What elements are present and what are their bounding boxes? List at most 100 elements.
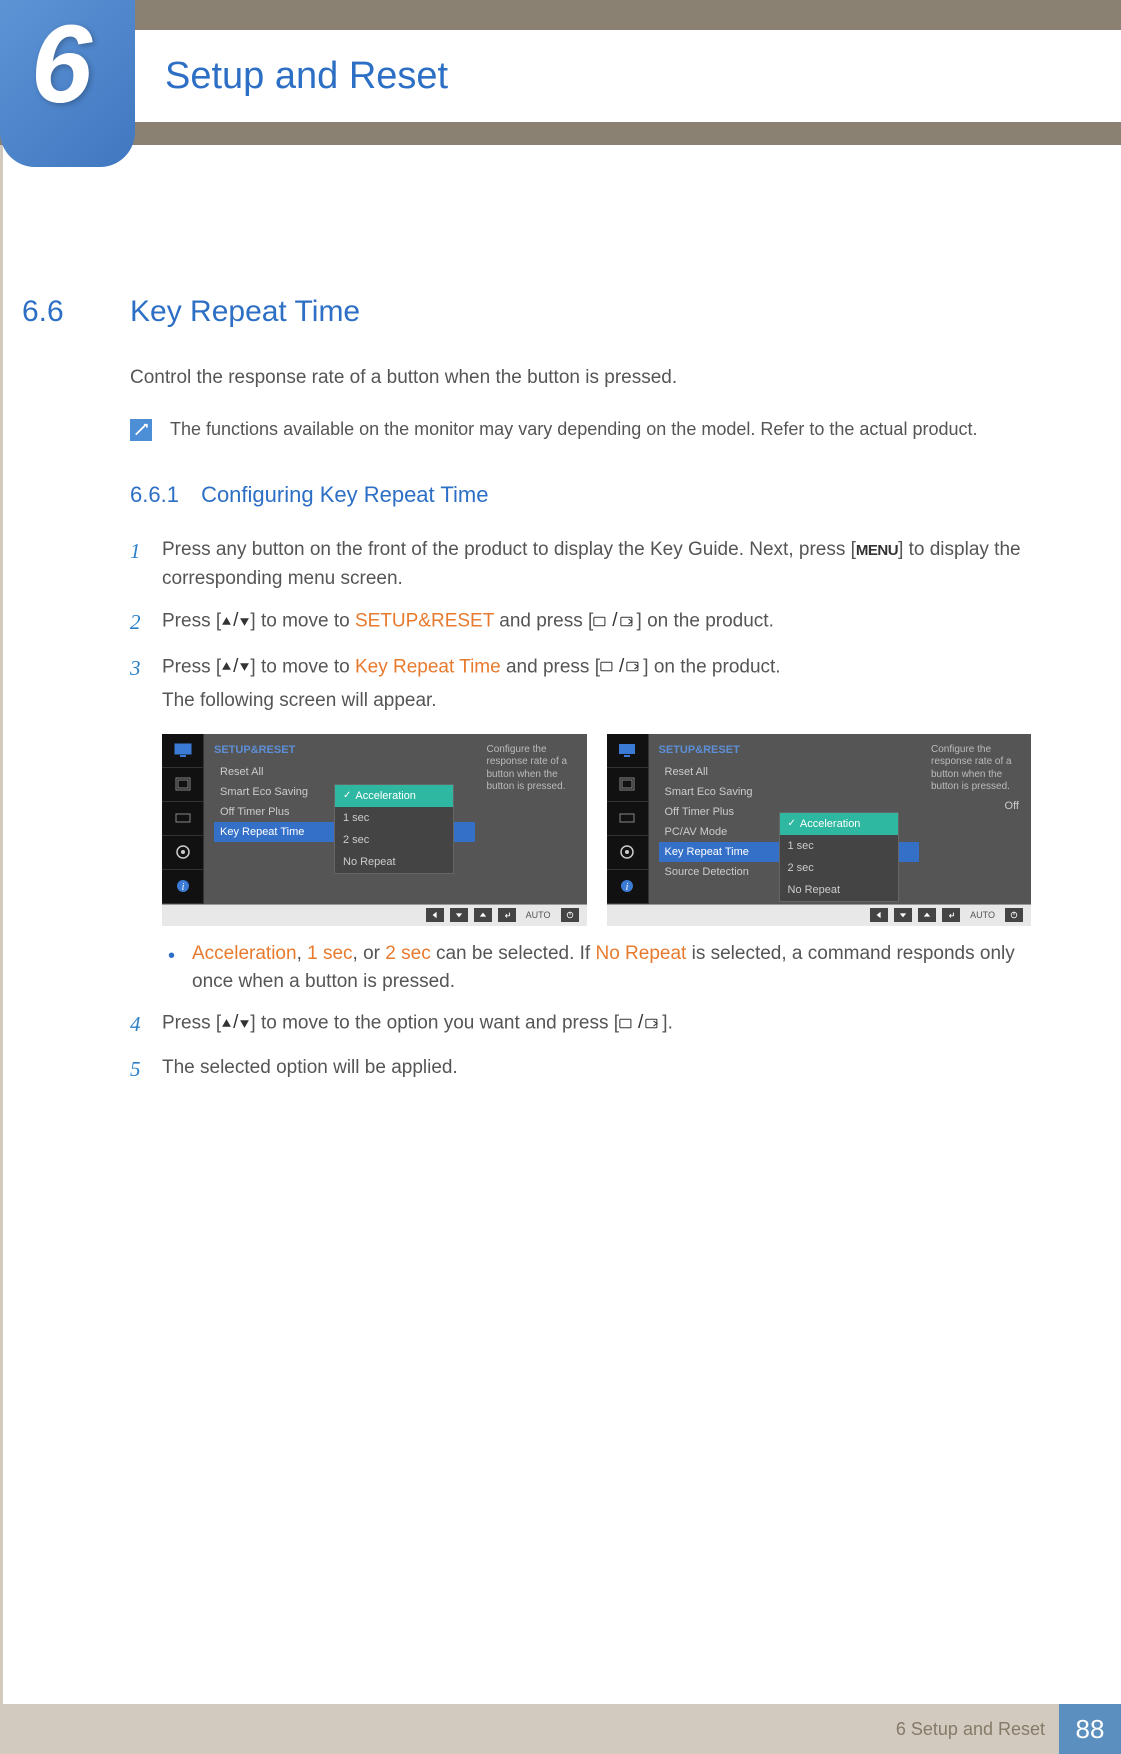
- section-intro: Control the response rate of a button wh…: [130, 367, 1031, 389]
- svg-text:i: i: [626, 882, 629, 893]
- section-number: 6.6: [0, 295, 130, 329]
- osd-help-panel: Configure the response rate of a button …: [923, 734, 1031, 904]
- power-button-icon: [561, 908, 579, 922]
- bullet-icon: •: [168, 940, 192, 997]
- monitor-icon: [607, 734, 648, 768]
- osd-popup-item: 2 sec: [335, 829, 453, 851]
- settings-icon: [607, 836, 648, 870]
- footer-text: 6 Setup and Reset: [896, 1719, 1045, 1740]
- monitor-icon: [162, 734, 203, 768]
- osd-menu-item: Reset All: [659, 762, 920, 782]
- osd-screenshot-1: i SETUP&RESET Reset All Smart Eco Saving…: [162, 734, 587, 926]
- option-acceleration: Acceleration: [192, 943, 297, 964]
- bullet-note: • Acceleration, 1 sec, or 2 sec can be s…: [168, 940, 1031, 997]
- step-number: 5: [130, 1054, 162, 1086]
- step-text: Press [: [162, 1012, 221, 1033]
- chapter-number-block: 6: [0, 0, 135, 167]
- chapter-title-bar: Setup and Reset: [135, 30, 1121, 122]
- step-number: 1: [130, 536, 162, 593]
- note-icon: [130, 419, 152, 441]
- down-button-icon: [894, 908, 912, 922]
- step-text: ] to move to: [250, 656, 355, 677]
- step-text: ] on the product.: [637, 610, 774, 631]
- osd-help-text: Configure the response rate of a button …: [931, 744, 1023, 794]
- option-norepeat: No Repeat: [595, 943, 686, 964]
- subsection-heading: 6.6.1 Configuring Key Repeat Time: [130, 482, 1031, 508]
- osd-main: SETUP&RESET Reset All Smart Eco Saving O…: [649, 734, 924, 904]
- option-2sec: 2 sec: [385, 943, 430, 964]
- settings-icon: [162, 836, 203, 870]
- step-text: ] to move to: [250, 610, 355, 631]
- chapter-number: 6: [31, 10, 92, 120]
- chapter-title: Setup and Reset: [165, 55, 448, 98]
- osd-sidebar: i: [162, 734, 204, 904]
- enter-icon: /: [600, 653, 643, 682]
- option-1sec: 1 sec: [307, 943, 352, 964]
- subsection-title: Configuring Key Repeat Time: [201, 482, 488, 507]
- step-text: Press [: [162, 656, 221, 677]
- osd-help-text: Configure the response rate of a button …: [487, 744, 579, 794]
- left-accent-bar: [0, 145, 3, 1704]
- screen-icon: [162, 802, 203, 836]
- info-icon: i: [607, 870, 648, 904]
- osd-popup-item: 1 sec: [335, 807, 453, 829]
- step-3: 3 Press [/] to move to Key Repeat Time a…: [130, 653, 1031, 716]
- osd-button-bar: AUTO: [607, 904, 1032, 926]
- step-5: 5 The selected option will be applied.: [130, 1054, 1031, 1086]
- osd-header: SETUP&RESET: [659, 744, 920, 756]
- power-button-icon: [1005, 908, 1023, 922]
- enter-icon: /: [619, 1009, 662, 1038]
- note-text: The functions available on the monitor m…: [170, 417, 977, 442]
- picture-icon: [607, 768, 648, 802]
- up-down-icon: /: [221, 653, 250, 682]
- header-bar: 6 Setup and Reset: [0, 0, 1121, 145]
- step-text: and press [: [501, 656, 600, 677]
- info-icon: i: [162, 870, 203, 904]
- subsection-number: 6.6.1: [130, 482, 179, 507]
- osd-screenshot-row: i SETUP&RESET Reset All Smart Eco Saving…: [162, 734, 1031, 926]
- text: can be selected. If: [431, 943, 596, 964]
- picture-icon: [162, 768, 203, 802]
- osd-button-bar: AUTO: [162, 904, 587, 926]
- osd-menu-item: Reset All: [214, 762, 475, 782]
- menu-target: SETUP&RESET: [355, 610, 494, 631]
- osd-popup-item-selected: Acceleration: [335, 785, 453, 807]
- osd-sidebar: i: [607, 734, 649, 904]
- text: , or: [353, 943, 386, 964]
- osd-header: SETUP&RESET: [214, 744, 475, 756]
- osd-value-off: Off: [931, 800, 1023, 814]
- osd-popup-item: 1 sec: [780, 835, 898, 857]
- step-text: ] to move to the option you want and pre…: [250, 1012, 619, 1033]
- osd-popup-item: No Repeat: [780, 879, 898, 901]
- step-number: 3: [130, 653, 162, 716]
- up-down-icon: /: [221, 1009, 250, 1038]
- section-heading: 6.6 Key Repeat Time: [0, 295, 1031, 329]
- step-text: Press any button on the front of the pro…: [162, 539, 856, 560]
- menu-label: MENU: [856, 542, 898, 559]
- step-text: The selected option will be applied.: [162, 1054, 1031, 1086]
- enter-button-icon: [498, 908, 516, 922]
- osd-help-panel: Configure the response rate of a button …: [479, 734, 587, 904]
- footer: 6 Setup and Reset 88: [0, 1704, 1121, 1754]
- step-4: 4 Press [/] to move to the option you wa…: [130, 1009, 1031, 1041]
- step-text: ].: [662, 1012, 673, 1033]
- step-text: Press [: [162, 610, 221, 631]
- osd-popup: Acceleration 1 sec 2 sec No Repeat: [779, 812, 899, 902]
- left-button-icon: [870, 908, 888, 922]
- step-2: 2 Press [/] to move to SETUP&RESET and p…: [130, 607, 1031, 639]
- enter-icon: /: [593, 607, 636, 636]
- osd-screenshot-2: i SETUP&RESET Reset All Smart Eco Saving…: [607, 734, 1032, 926]
- enter-button-icon: [942, 908, 960, 922]
- screen-icon: [607, 802, 648, 836]
- osd-popup-item: No Repeat: [335, 851, 453, 873]
- auto-label: AUTO: [526, 910, 551, 920]
- osd-main: SETUP&RESET Reset All Smart Eco Saving O…: [204, 734, 479, 904]
- osd-popup: Acceleration 1 sec 2 sec No Repeat: [334, 784, 454, 874]
- down-button-icon: [450, 908, 468, 922]
- step-text: and press [: [494, 610, 593, 631]
- auto-label: AUTO: [970, 910, 995, 920]
- up-button-icon: [474, 908, 492, 922]
- step-number: 4: [130, 1009, 162, 1041]
- osd-popup-item: 2 sec: [780, 857, 898, 879]
- step-1: 1 Press any button on the front of the p…: [130, 536, 1031, 593]
